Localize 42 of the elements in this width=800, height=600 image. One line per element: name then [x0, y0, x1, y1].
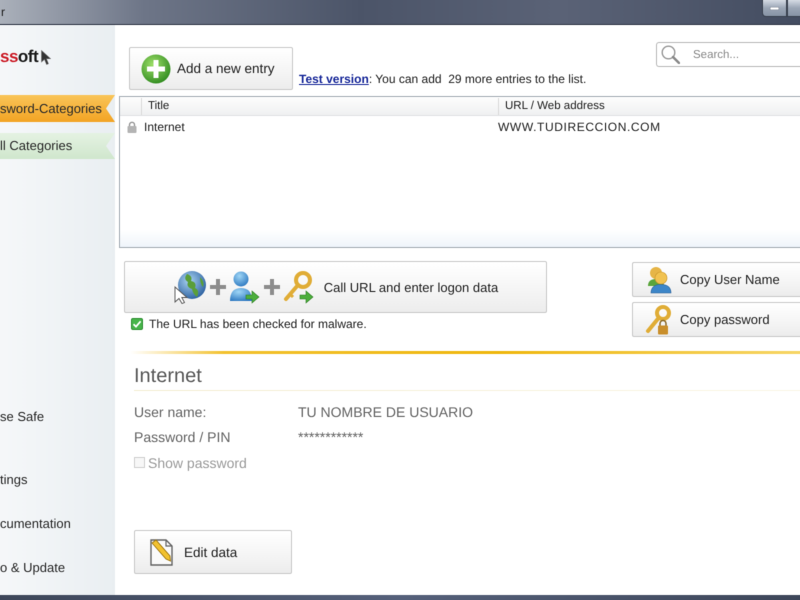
- sidebar-item[interactable]: ll Categories: [0, 133, 115, 159]
- search-icon: [661, 45, 680, 64]
- sidebar-item[interactable]: o & Update: [0, 556, 115, 580]
- copy-button[interactable]: Copy User Name: [632, 262, 800, 297]
- sidebar-header: sword-Categories: [0, 95, 115, 122]
- key-arrow-icon: [282, 270, 315, 304]
- copy-button[interactable]: Copy password: [632, 302, 800, 337]
- minimize-icon: [770, 6, 779, 10]
- search-field[interactable]: Search...: [656, 42, 800, 67]
- column-header[interactable]: Title: [141, 98, 498, 115]
- key-lock-icon: [645, 304, 673, 334]
- field-label: Password / PIN: [134, 428, 232, 447]
- malware-check-text: The URL has been checked for malware.: [149, 317, 367, 331]
- trial-notice: Test version: You can add 29 more entries to the list.: [299, 72, 586, 86]
- sidebar-item[interactable]: tings: [0, 468, 115, 492]
- edit-data-button[interactable]: Edit data: [134, 530, 292, 574]
- field-value: TU NOMBRE DE USUARIO: [298, 403, 474, 422]
- logo: ssoft: [0, 47, 38, 67]
- maximize-button[interactable]: [787, 0, 800, 17]
- lock-icon: [127, 121, 137, 133]
- column-header[interactable]: URL / Web address: [498, 98, 800, 115]
- entry-title: Internet: [134, 364, 203, 388]
- plus-icon: [264, 279, 280, 295]
- sidebar-item[interactable]: cumentation: [0, 512, 115, 536]
- table-cell[interactable]: Internet: [141, 118, 498, 136]
- checkbox-label: Show password: [148, 454, 247, 470]
- table-cell[interactable]: WWW.TUDIRECCION.COM: [498, 118, 800, 136]
- field-label: User name:: [134, 403, 208, 422]
- globe-icon: [172, 270, 207, 304]
- person-arrow-icon: [228, 270, 261, 304]
- plus-icon: [210, 279, 226, 295]
- document-pencil-icon: [149, 538, 175, 566]
- test-version-link[interactable]: Test version: [299, 72, 369, 86]
- add-entry-button[interactable]: Add a new entry: [129, 47, 293, 90]
- cursor-icon: [41, 50, 52, 64]
- field-value: ************: [298, 428, 364, 447]
- users-icon: [645, 266, 673, 294]
- sidebar-item[interactable]: se Safe: [0, 405, 115, 429]
- plus-circle-icon: [141, 54, 171, 84]
- call-url-button[interactable]: Call URL and enter logon data: [124, 261, 547, 313]
- minimize-button[interactable]: [762, 0, 787, 17]
- window-title: r: [0, 4, 5, 21]
